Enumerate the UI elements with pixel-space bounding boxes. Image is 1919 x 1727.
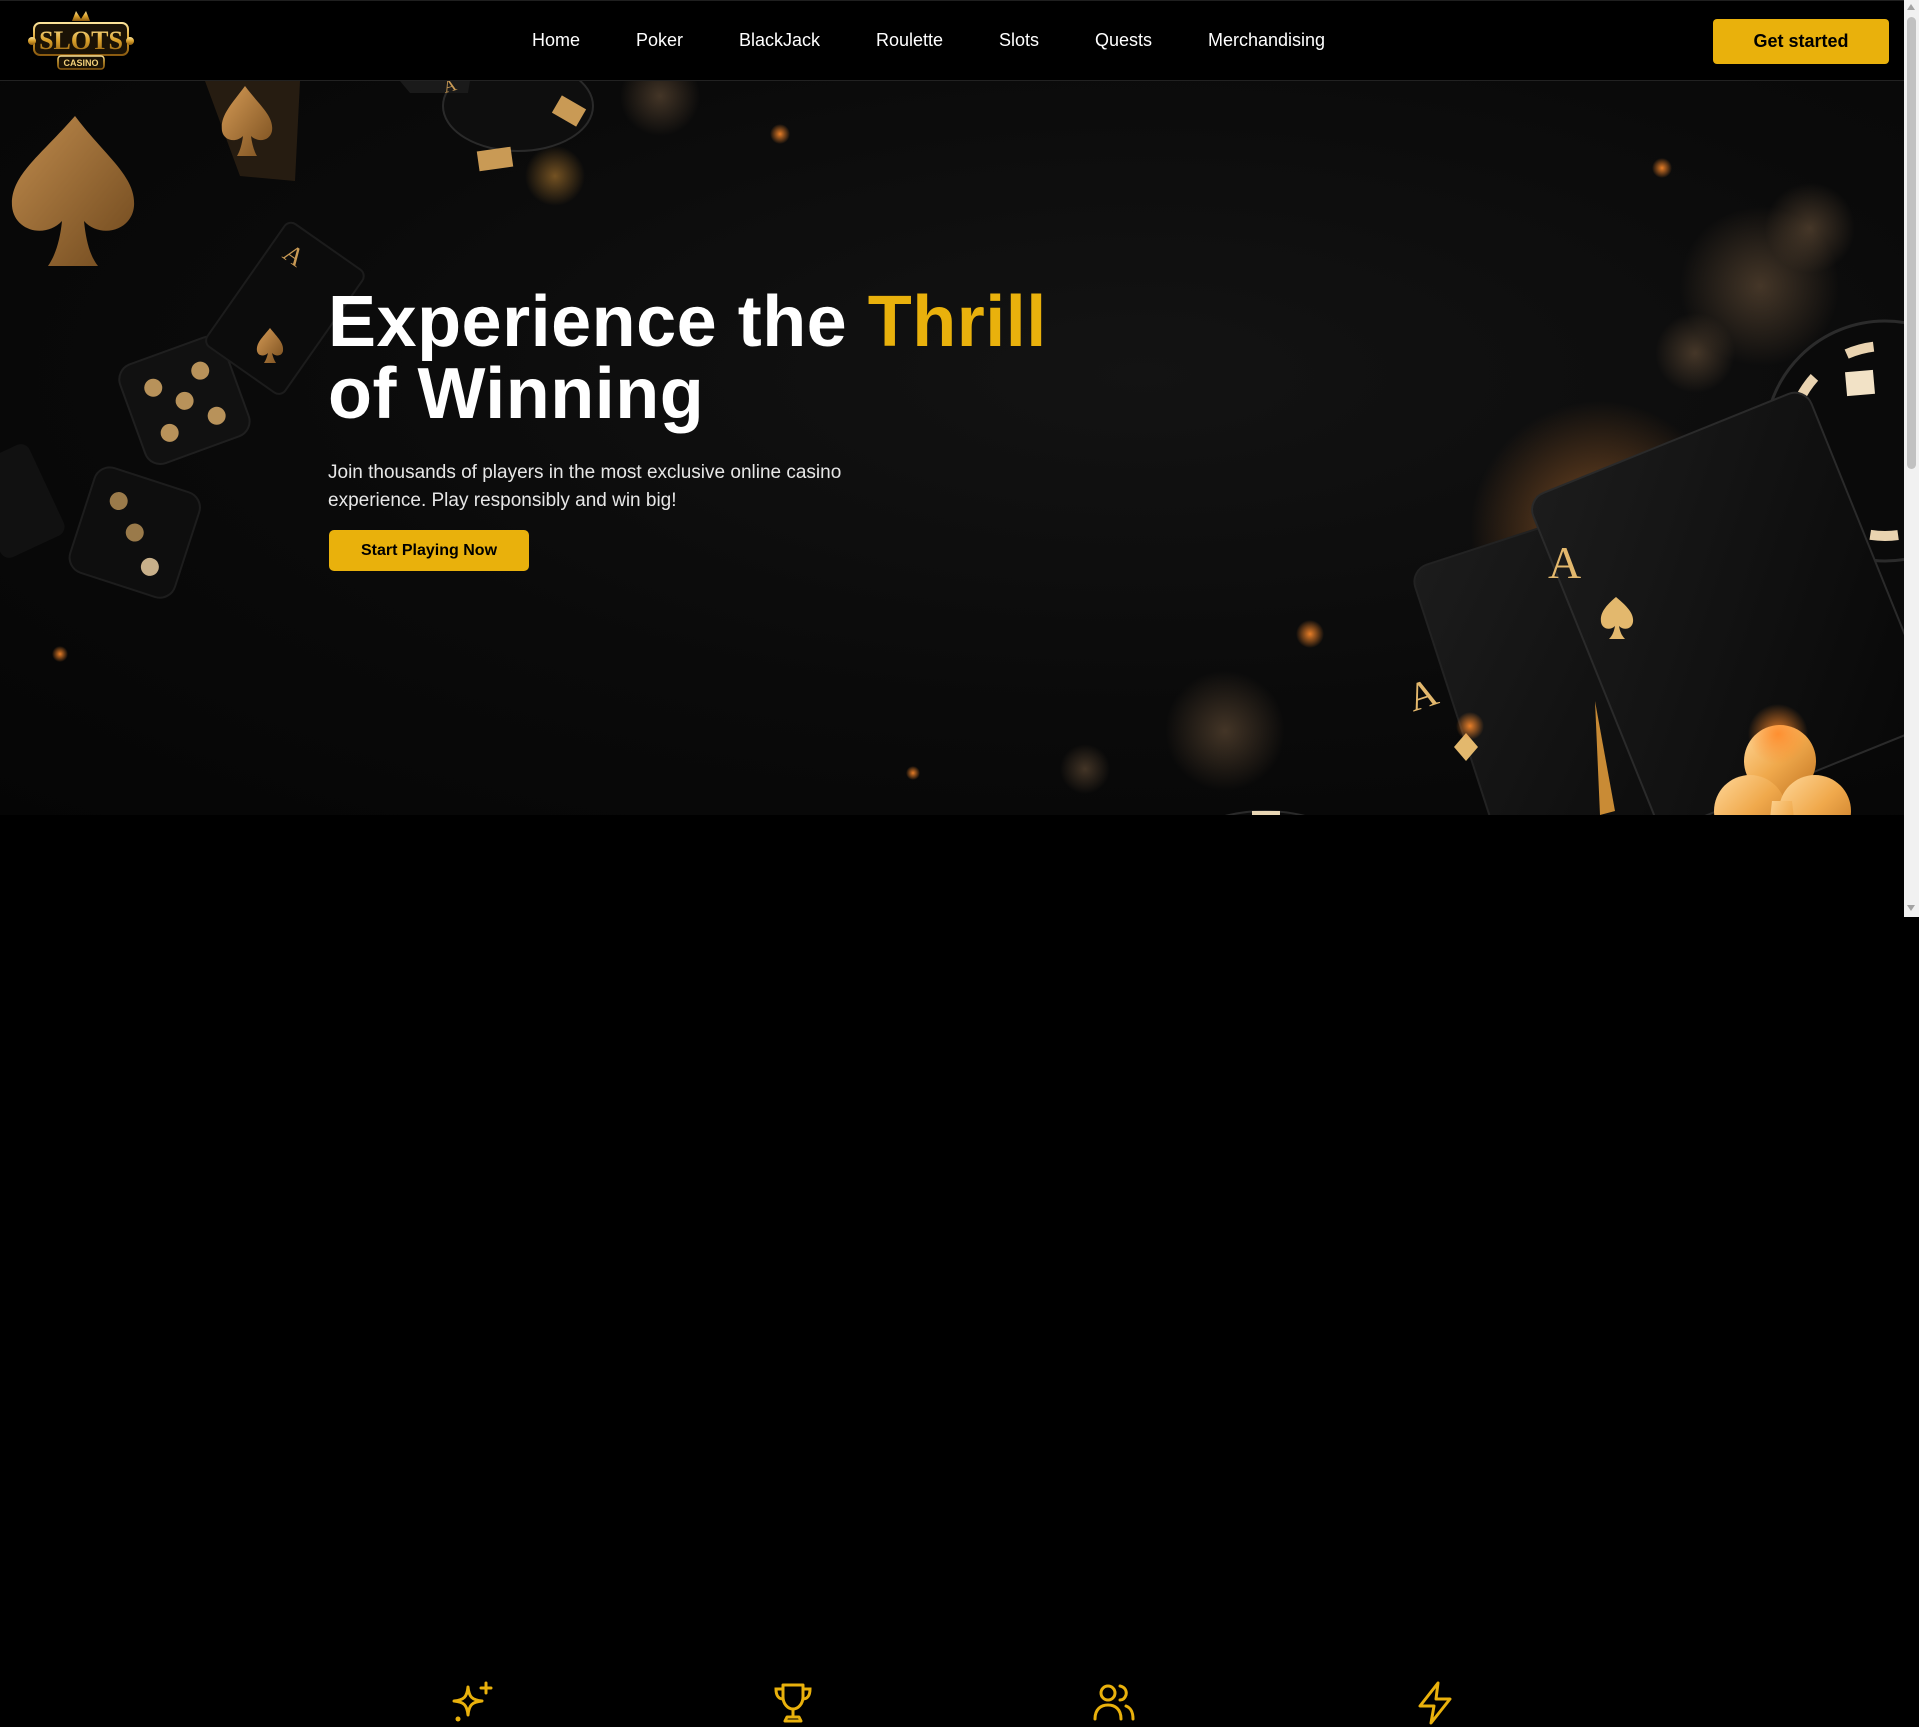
site-header: SLOTS CASINO Home Poker BlackJack Roulet… [0,0,1904,81]
start-playing-button[interactable]: Start Playing Now [329,530,529,571]
features-section [0,815,1904,1725]
scroll-down-arrow-icon[interactable] [1907,905,1915,911]
page-scrollbar[interactable] [1904,0,1919,917]
trophy-icon [774,1683,812,1723]
sparkles-icon [452,1681,493,1722]
svg-text:A: A [1548,537,1581,588]
hero-background-art: A A A A [0,81,1904,815]
lightning-icon [1418,1681,1452,1725]
nav-slots[interactable]: Slots [999,30,1039,51]
hero-subtitle: Join thousands of players in the most ex… [328,462,842,511]
nav-merchandising[interactable]: Merchandising [1208,30,1325,51]
nav-quests[interactable]: Quests [1095,30,1152,51]
nav-home[interactable]: Home [532,30,580,51]
main-nav: Home Poker BlackJack Roulette Slots Ques… [0,1,1904,82]
nav-blackjack[interactable]: BlackJack [739,30,820,51]
get-started-button[interactable]: Get started [1713,19,1889,64]
hero-title-part2: of Winning [328,354,705,434]
nav-poker[interactable]: Poker [636,30,683,51]
hero-title-highlight: Thrill [867,282,1047,362]
nav-roulette[interactable]: Roulette [876,30,943,51]
hero-title-part1: Experience the [328,282,868,362]
svg-text:A: A [1402,668,1443,720]
hero-title: Experience the Thrill of Winning [328,286,1047,430]
scroll-up-arrow-icon[interactable] [1907,4,1915,10]
scrollbar-thumb[interactable] [1907,17,1916,469]
hero-section: A A A A Experience the Thrill of Winning… [0,81,1904,815]
users-icon [1093,1684,1135,1721]
